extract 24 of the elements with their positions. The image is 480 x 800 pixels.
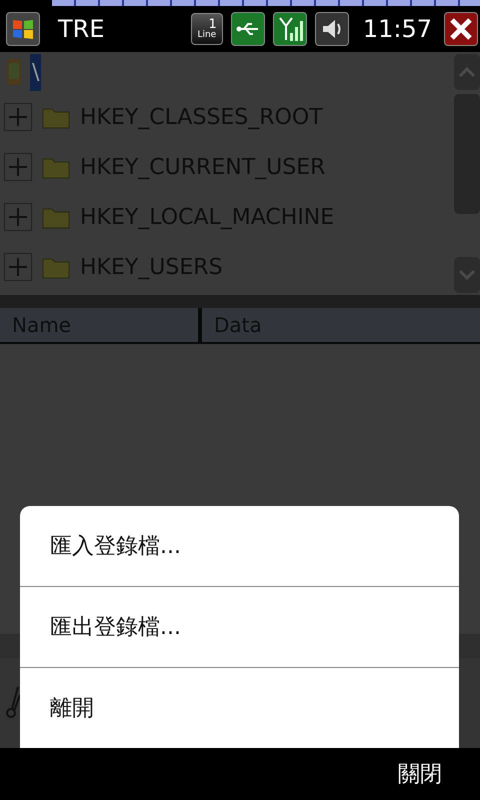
scroll-down-button[interactable] [454, 257, 480, 293]
window-title: TRE [58, 15, 106, 43]
close-softkey[interactable]: 關閉 [398, 759, 442, 789]
speaker-icon[interactable] [314, 12, 349, 46]
line-indicator[interactable]: 1 Line [190, 13, 223, 45]
menu-item[interactable]: 匯入登錄檔... [20, 506, 459, 586]
expand-icon[interactable] [4, 153, 32, 181]
close-icon[interactable] [444, 12, 478, 46]
chevron-up-icon [458, 66, 476, 78]
scissors-icon[interactable] [6, 685, 22, 721]
start-icon[interactable] [6, 12, 40, 46]
signal-icon[interactable] [272, 12, 307, 46]
menu-item[interactable]: 離開 [20, 667, 459, 748]
usb-icon[interactable] [230, 12, 265, 46]
expand-icon[interactable] [4, 203, 32, 231]
expand-icon[interactable] [4, 253, 32, 281]
tree-item[interactable]: \ [30, 54, 42, 90]
clock-time: 11:57 [362, 15, 432, 43]
splitter-bar[interactable] [0, 295, 480, 308]
scroll-up-button[interactable] [454, 54, 480, 90]
chevron-down-icon [458, 269, 476, 281]
menu-item[interactable]: 匯出登錄檔... [20, 586, 459, 667]
device-icon [6, 58, 22, 86]
expand-icon[interactable] [4, 103, 32, 131]
